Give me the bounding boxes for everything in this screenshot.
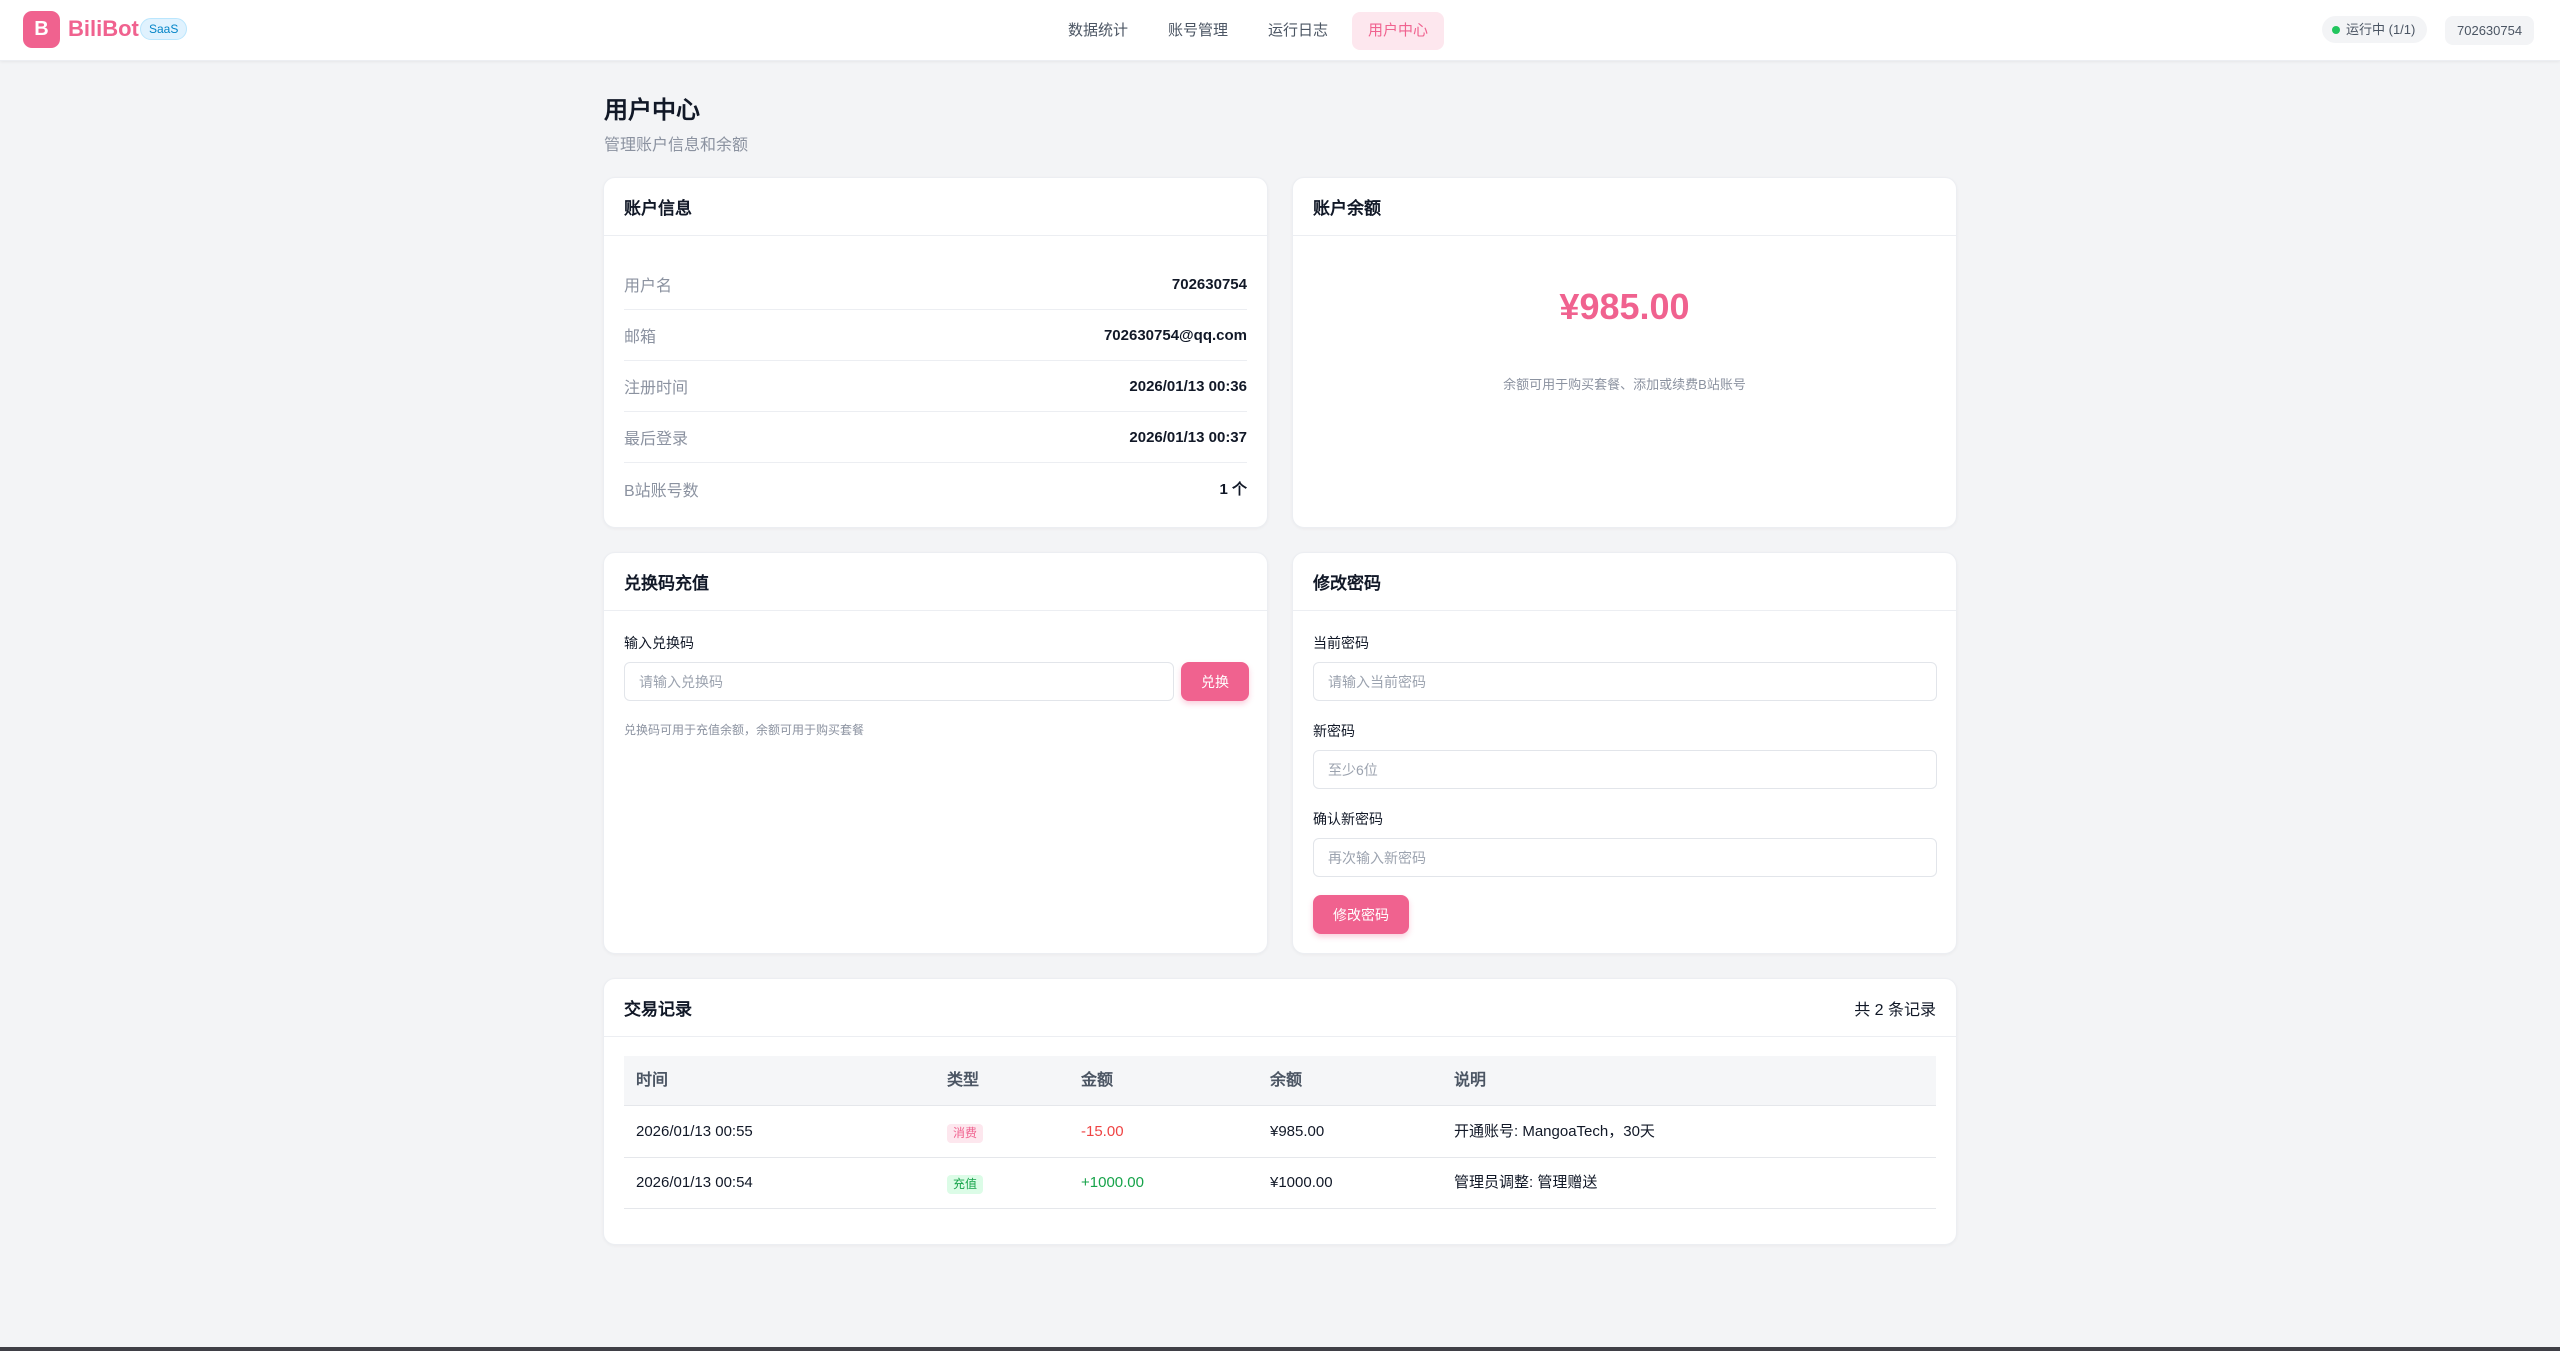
window-bottom-edge [0,1347,2560,1351]
change-password-button[interactable]: 修改密码 [1313,895,1409,934]
info-value: 2026/01/13 00:37 [1129,428,1247,446]
change-password-card: 修改密码 当前密码 新密码 确认新密码 修改密码 [1292,552,1957,954]
column-header-amount: 金额 [1081,1072,1114,1089]
cell-time: 2026/01/13 00:54 [636,1174,753,1191]
cell-description: 开通账号: MangoaTech，30天 [1454,1123,1655,1140]
info-label: B站账号数 [624,482,699,500]
info-value: 702630754@qq.com [1103,326,1247,344]
nav-item-logs[interactable]: 运行日志 [1252,12,1344,50]
redeem-hint: 兑换码可用于充值余额，余额可用于购买套餐 [624,723,865,737]
cell-description: 管理员调整: 管理赠送 [1454,1174,1598,1191]
table-row: 2026/01/13 00:55 消费 -15.00 ¥985.00 开通账号:… [624,1107,1936,1158]
cell-balance: ¥1000.00 [1270,1174,1333,1191]
info-row-email: 邮箱 702630754@qq.com [624,310,1247,361]
card-title: 账户余额 [1313,199,1381,218]
account-info-card: 账户信息 用户名 702630754 邮箱 702630754@qq.com 注… [603,177,1268,528]
column-header-balance: 余额 [1270,1072,1303,1089]
info-row-last-login: 最后登录 2026/01/13 00:37 [624,412,1247,463]
type-badge: 消费 [947,1124,984,1143]
info-label: 邮箱 [624,329,657,346]
card-header: 账户余额 [1293,178,1956,236]
column-header-type: 类型 [947,1072,980,1089]
status-dot-icon [2332,26,2340,34]
column-header-description: 说明 [1454,1072,1487,1089]
cell-amount: +1000.00 [1081,1174,1144,1191]
redeem-button[interactable]: 兑换 [1181,662,1249,701]
card-header: 兑换码充值 [604,553,1267,611]
info-row-registered: 注册时间 2026/01/13 00:36 [624,361,1247,412]
info-value: 2026/01/13 00:36 [1129,377,1247,395]
user-menu-button[interactable]: 702630754 [2445,16,2535,45]
info-label: 最后登录 [624,431,689,448]
balance-note: 余额可用于购买套餐、添加或续费B站账号 [1503,377,1746,392]
confirm-password-label: 确认新密码 [1313,811,1383,827]
info-row-bili-accounts: B站账号数 1 个 [624,463,1247,514]
page-subtitle: 管理账户信息和余额 [604,137,749,154]
page-title: 用户中心 [604,97,700,124]
info-value: 702630754 [1171,275,1247,293]
new-password-input[interactable] [1313,750,1937,789]
redeem-code-input[interactable] [624,662,1174,701]
table-row: 2026/01/13 00:54 充值 +1000.00 ¥1000.00 管理… [624,1158,1936,1209]
table-header: 时间 类型 金额 余额 说明 [624,1056,1936,1106]
info-label: 注册时间 [624,380,689,397]
card-header: 修改密码 [1293,553,1956,611]
redeem-card: 兑换码充值 输入兑换码 兑换 兑换码可用于充值余额，余额可用于购买套餐 [603,552,1268,954]
type-badge: 充值 [947,1175,984,1194]
record-count: 共 2 条记录 [1854,1001,1936,1019]
cell-balance: ¥985.00 [1270,1123,1325,1140]
nav-item-accounts[interactable]: 账号管理 [1152,12,1244,50]
cell-amount: -15.00 [1081,1123,1124,1140]
confirm-password-input[interactable] [1313,838,1937,877]
info-label: 用户名 [624,278,673,295]
current-password-label: 当前密码 [1313,635,1369,651]
main-nav: 数据统计 账号管理 运行日志 用户中心 [0,12,2560,50]
card-header: 交易记录 共 2 条记录 [604,979,1956,1037]
nav-item-statistics[interactable]: 数据统计 [1052,12,1144,50]
redeem-code-label: 输入兑换码 [624,635,694,651]
run-status-text: 运行中 (1/1) [2346,22,2416,37]
current-password-input[interactable] [1313,662,1937,701]
balance-card: 账户余额 ¥985.00 余额可用于购买套餐、添加或续费B站账号 [1292,177,1957,528]
run-status-badge[interactable]: 运行中 (1/1) [2322,16,2428,43]
card-title: 账户信息 [624,199,692,218]
card-title: 修改密码 [1313,574,1381,593]
info-row-username: 用户名 702630754 [624,259,1247,310]
card-title: 交易记录 [624,1000,692,1019]
transactions-card: 交易记录 共 2 条记录 时间 类型 金额 余额 说明 2026/01/13 0… [603,978,1957,1245]
card-title: 兑换码充值 [624,574,709,593]
new-password-label: 新密码 [1313,723,1355,739]
cell-time: 2026/01/13 00:55 [636,1123,753,1140]
nav-item-user-center[interactable]: 用户中心 [1352,12,1445,50]
info-value: 1 个 [1219,481,1247,498]
balance-amount: ¥985.00 [1559,286,1690,327]
column-header-time: 时间 [636,1072,669,1089]
card-header: 账户信息 [604,178,1267,236]
top-navbar: B BiliBot SaaS 数据统计 账号管理 运行日志 用户中心 运行中 (… [0,0,2560,61]
